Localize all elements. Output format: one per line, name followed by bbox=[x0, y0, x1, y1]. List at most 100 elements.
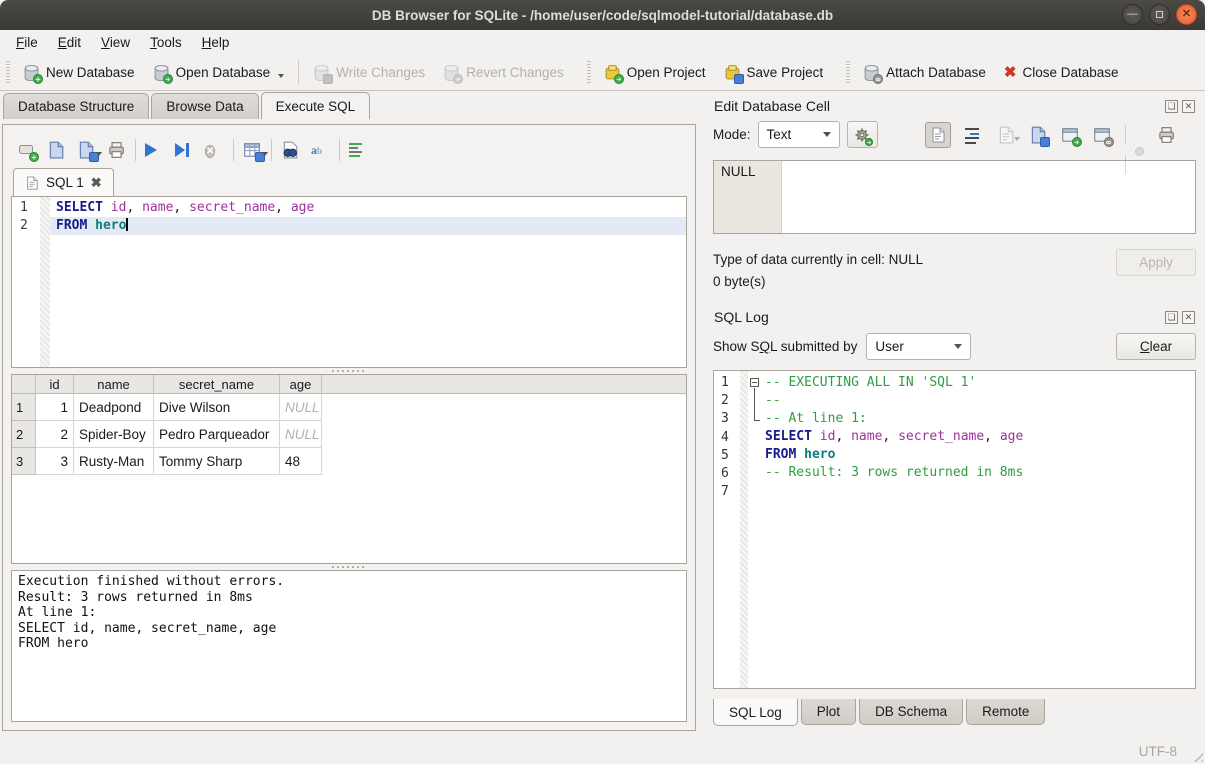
toolbar-grip[interactable] bbox=[6, 61, 10, 83]
copy-link-icon[interactable]: ∞ bbox=[1093, 126, 1111, 144]
float-panel-icon[interactable]: ❏ bbox=[1165, 311, 1178, 324]
tab-plot[interactable]: Plot bbox=[801, 699, 856, 725]
close-database-button[interactable]: ✖ Close Database bbox=[995, 61, 1128, 84]
cell-secret-name[interactable]: Dive Wilson bbox=[154, 394, 280, 421]
editor-line-2-current: FROM hero bbox=[50, 217, 686, 235]
new-database-icon: + bbox=[23, 64, 40, 81]
open-sql-file-icon[interactable] bbox=[47, 141, 66, 159]
log-margin bbox=[740, 371, 748, 688]
tab-sql-log[interactable]: SQL Log bbox=[713, 699, 798, 726]
corner-header-cell[interactable] bbox=[12, 375, 36, 394]
fold-collapse-icon[interactable] bbox=[750, 378, 759, 387]
toolbar-separator bbox=[233, 139, 234, 161]
sql-token: SELECT bbox=[56, 200, 103, 215]
cell-secret-name[interactable]: Pedro Parqueador bbox=[154, 421, 280, 448]
word-wrap-icon[interactable] bbox=[349, 141, 368, 159]
cell-secret-name[interactable]: Tommy Sharp bbox=[154, 448, 280, 475]
save-project-button[interactable]: Save Project bbox=[715, 60, 833, 85]
mode-select[interactable]: Text bbox=[758, 121, 840, 148]
menu-edit[interactable]: Edit bbox=[48, 33, 91, 52]
clear-button[interactable]: Clear bbox=[1116, 333, 1196, 360]
cell-id[interactable]: 2 bbox=[36, 421, 74, 448]
results-grid[interactable]: id name secret_name age 1 1 Deadpond Div… bbox=[11, 374, 687, 564]
float-panel-icon[interactable]: ❏ bbox=[1165, 100, 1178, 113]
new-database-button[interactable]: + New Database bbox=[14, 60, 144, 85]
row-number[interactable]: 3 bbox=[12, 448, 36, 475]
sql-1-tab[interactable]: SQL 1 ✖ bbox=[13, 168, 114, 196]
text-mode-icon[interactable] bbox=[925, 122, 951, 148]
auto-format-icon[interactable]: ab bbox=[311, 141, 330, 159]
execute-all-icon[interactable] bbox=[145, 141, 164, 159]
open-sql-tab-icon[interactable]: + bbox=[17, 141, 36, 159]
editor-line-numbers: 1 2 bbox=[12, 197, 40, 367]
save-sql-dropdown-icon[interactable] bbox=[96, 152, 102, 156]
cell-edit-area[interactable] bbox=[782, 161, 1195, 233]
sql-editor[interactable]: 1 2 SELECT id, name, secret_name, age FR… bbox=[11, 196, 687, 368]
maximize-button[interactable] bbox=[1149, 4, 1170, 25]
encoding-indicator[interactable]: UTF-8 bbox=[1139, 744, 1177, 759]
close-button[interactable]: ✕ bbox=[1176, 4, 1197, 25]
column-header-secret-name[interactable]: secret_name bbox=[154, 375, 280, 394]
export-results-dropdown-icon[interactable] bbox=[262, 152, 268, 156]
plus-badge-icon: + bbox=[33, 74, 43, 84]
row-number[interactable]: 2 bbox=[12, 421, 36, 448]
sql-token: -- Result: 3 rows returned in 8ms bbox=[765, 465, 1023, 480]
cell-age[interactable]: NULL bbox=[280, 421, 322, 448]
menu-tools[interactable]: Tools bbox=[140, 33, 192, 52]
attach-database-button[interactable]: ∞ Attach Database bbox=[854, 60, 995, 85]
print-icon[interactable] bbox=[1157, 126, 1175, 144]
table-row[interactable]: 1 1 Deadpond Dive Wilson NULL bbox=[12, 394, 686, 421]
sql-token bbox=[103, 200, 111, 215]
sql-log-dock-title: SQL Log ❏ ✕ bbox=[713, 305, 1196, 331]
tab-remote[interactable]: Remote bbox=[966, 699, 1045, 725]
menu-help[interactable]: Help bbox=[192, 33, 240, 52]
toolbar-grip[interactable] bbox=[587, 61, 591, 83]
close-panel-icon[interactable]: ✕ bbox=[1182, 100, 1195, 113]
save-sql-file-icon[interactable] bbox=[77, 141, 96, 159]
menu-view[interactable]: View bbox=[91, 33, 140, 52]
cell-age[interactable]: 48 bbox=[280, 448, 322, 475]
tab-db-schema[interactable]: DB Schema bbox=[859, 699, 963, 725]
cell-editor[interactable]: NULL bbox=[713, 160, 1196, 234]
revert-changes-icon: ↶ bbox=[443, 64, 460, 81]
editor-code-area[interactable]: SELECT id, name, secret_name, age FROM h… bbox=[50, 197, 686, 367]
close-sql-tab-icon[interactable]: ✖ bbox=[91, 175, 102, 191]
table-row[interactable]: 3 3 Rusty-Man Tommy Sharp 48 bbox=[12, 448, 686, 475]
column-header-age[interactable]: age bbox=[280, 375, 322, 394]
close-panel-icon[interactable]: ✕ bbox=[1182, 311, 1195, 324]
row-number[interactable]: 1 bbox=[12, 394, 36, 421]
cell-name[interactable]: Deadpond bbox=[74, 394, 154, 421]
auto-switch-mode-button[interactable]: ➜ bbox=[847, 121, 878, 148]
print-icon[interactable] bbox=[107, 141, 126, 159]
open-database-dropdown-icon[interactable] bbox=[278, 74, 284, 78]
export-data-icon[interactable] bbox=[1029, 126, 1047, 144]
tab-execute-sql[interactable]: Execute SQL bbox=[261, 92, 371, 119]
submitted-by-select[interactable]: User bbox=[866, 333, 971, 360]
tab-browse-data[interactable]: Browse Data bbox=[151, 93, 258, 119]
tab-database-structure[interactable]: Database Structure bbox=[3, 93, 149, 119]
column-header-id[interactable]: id bbox=[36, 375, 74, 394]
toolbar-grip[interactable] bbox=[846, 61, 850, 83]
cell-id[interactable]: 3 bbox=[36, 448, 74, 475]
sql-token: , bbox=[275, 200, 291, 215]
cell-name[interactable]: Rusty-Man bbox=[74, 448, 154, 475]
menu-file[interactable]: File bbox=[6, 33, 48, 52]
minimize-button[interactable]: — bbox=[1122, 4, 1143, 25]
open-project-button[interactable]: ➜ Open Project bbox=[595, 60, 715, 85]
titlebar[interactable]: DB Browser for SQLite - /home/user/code/… bbox=[0, 0, 1205, 30]
gear-icon: ➜ bbox=[854, 127, 870, 143]
resize-grip[interactable] bbox=[1190, 749, 1203, 762]
cell-id[interactable]: 1 bbox=[36, 394, 74, 421]
cell-name[interactable]: Spider-Boy bbox=[74, 421, 154, 448]
cell-age[interactable]: NULL bbox=[280, 394, 322, 421]
export-results-icon[interactable] bbox=[243, 141, 262, 159]
execute-current-line-icon[interactable] bbox=[175, 141, 194, 159]
find-replace-icon[interactable] bbox=[281, 141, 300, 159]
table-row[interactable]: 2 2 Spider-Boy Pedro Parqueador NULL bbox=[12, 421, 686, 448]
open-database-button[interactable]: ➜ Open Database bbox=[144, 60, 294, 85]
edit-cell-title: Edit Database Cell bbox=[714, 98, 830, 114]
column-header-name[interactable]: name bbox=[74, 375, 154, 394]
word-wrap-icon[interactable] bbox=[965, 126, 983, 144]
sql-log-view[interactable]: 1 2 3 4 5 6 7 -- EXECUTING ALL IN 'SQL 1… bbox=[713, 370, 1196, 689]
open-external-icon[interactable]: ➜ bbox=[1061, 126, 1079, 144]
